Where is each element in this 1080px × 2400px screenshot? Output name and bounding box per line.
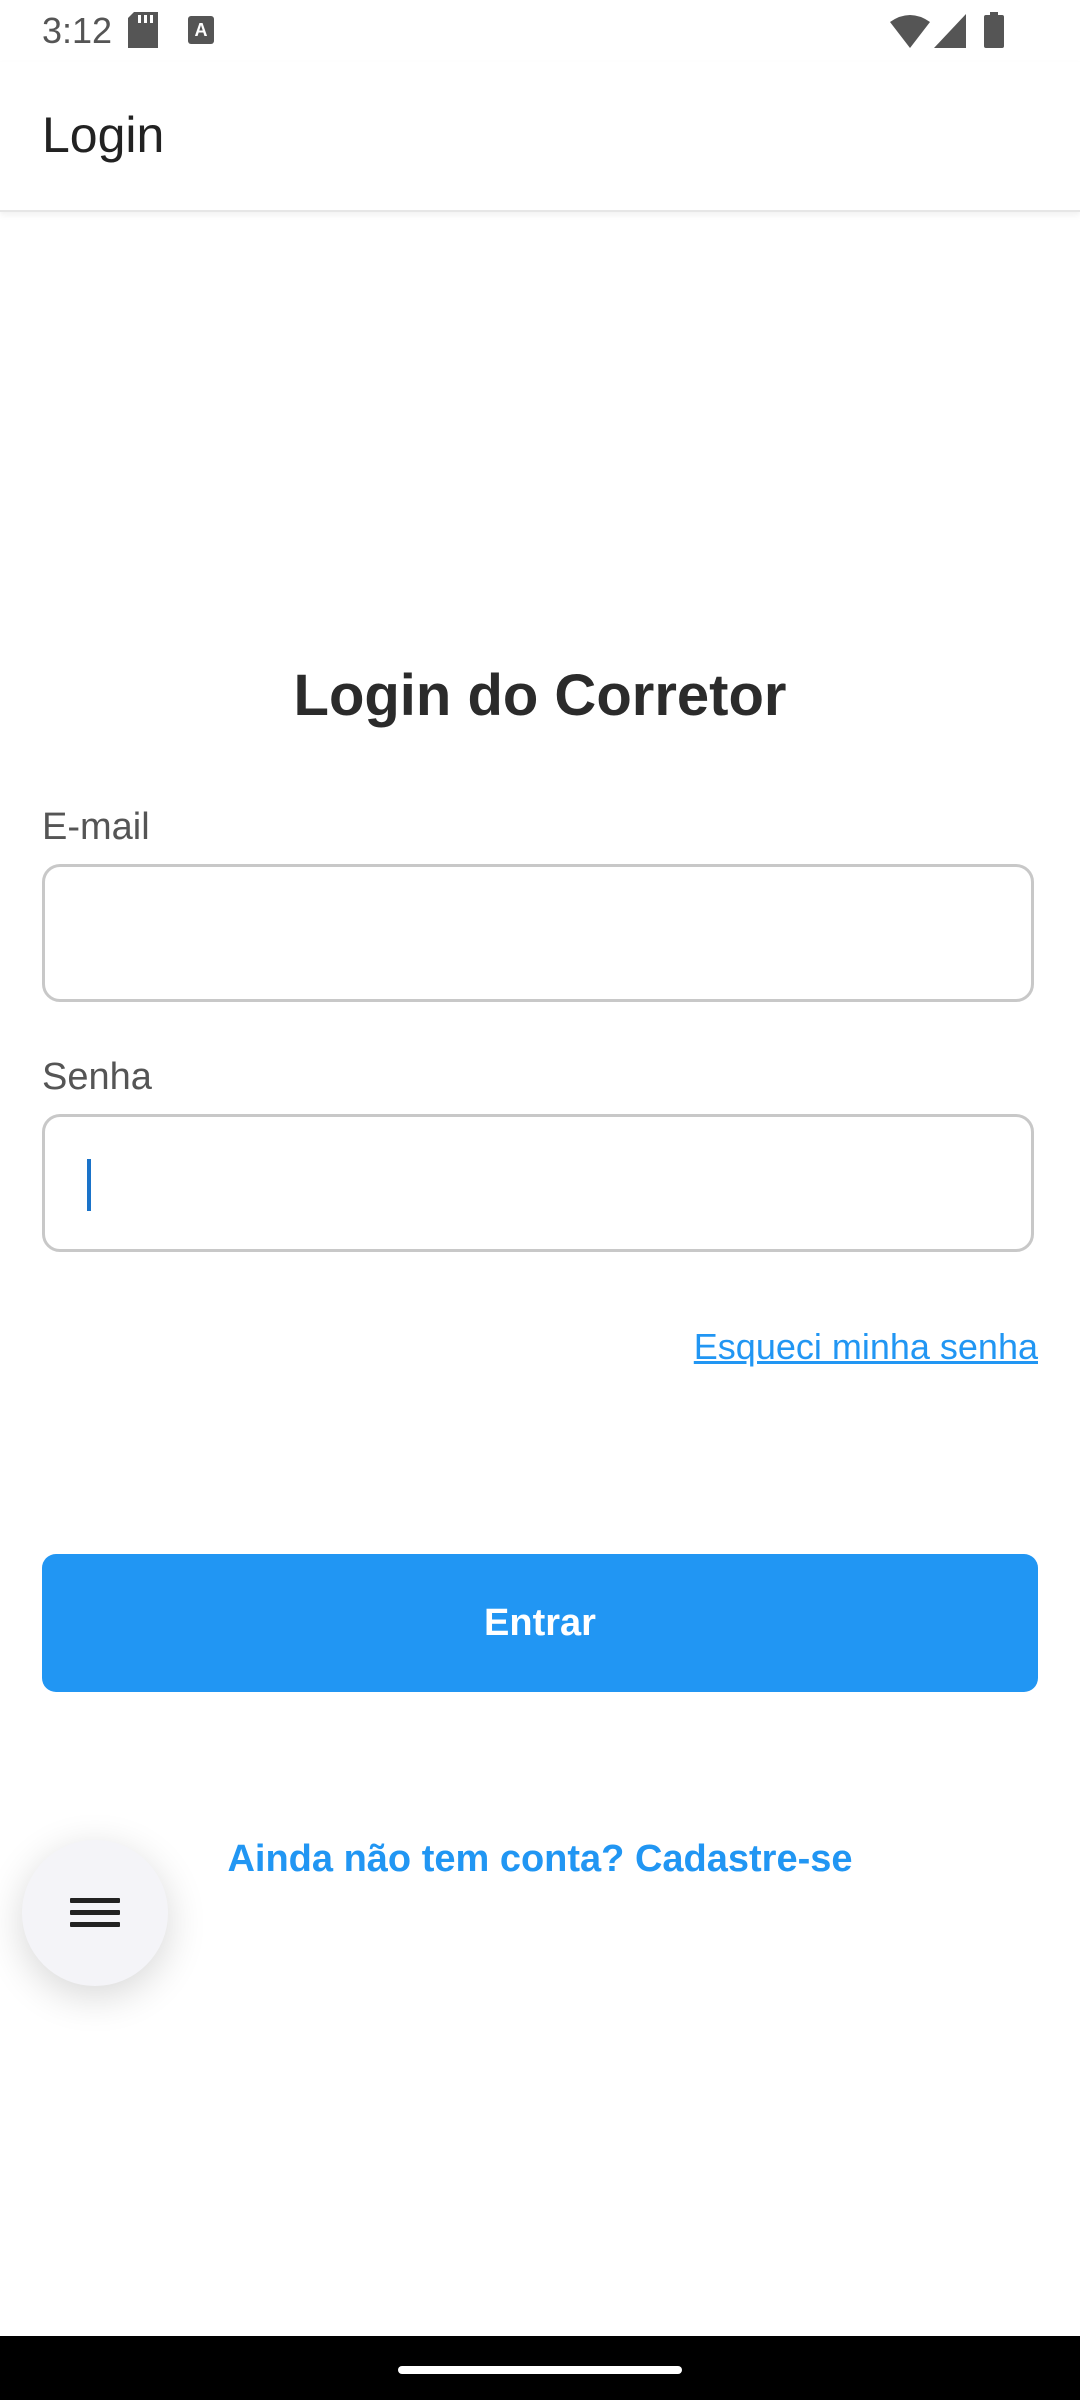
password-label: Senha [42, 1056, 152, 1098]
text-cursor [87, 1159, 91, 1211]
menu-icon [70, 1898, 120, 1927]
home-gesture-handle[interactable] [398, 2366, 682, 2374]
forgot-password-link[interactable]: Esqueci minha senha [694, 1326, 1038, 1368]
page-title: Login do Corretor [293, 663, 787, 728]
wifi-icon [890, 14, 930, 53]
system-nav-bar [0, 2336, 1080, 2400]
app-bar: Login [0, 62, 1080, 212]
signup-link[interactable]: Ainda não tem conta? Cadastre-se [0, 1838, 1080, 1881]
signal-icon [934, 14, 966, 53]
menu-fab-button[interactable] [22, 1840, 168, 1986]
status-time: 3:12 [42, 10, 113, 51]
email-label: E-mail [42, 806, 150, 848]
login-button[interactable]: Entrar [42, 1554, 1038, 1692]
battery-icon [984, 12, 1004, 53]
login-screen: 3:12 A Login Login do Corretor E-mail Se… [0, 0, 1080, 2400]
sd-card-icon [128, 12, 158, 53]
email-field[interactable] [42, 864, 1034, 1002]
password-field[interactable] [42, 1114, 1034, 1252]
keyboard-a-icon: A [188, 16, 214, 49]
status-bar: 3:12 A [0, 0, 1080, 62]
app-bar-title: Login [42, 107, 165, 163]
svg-text:A: A [195, 20, 208, 40]
